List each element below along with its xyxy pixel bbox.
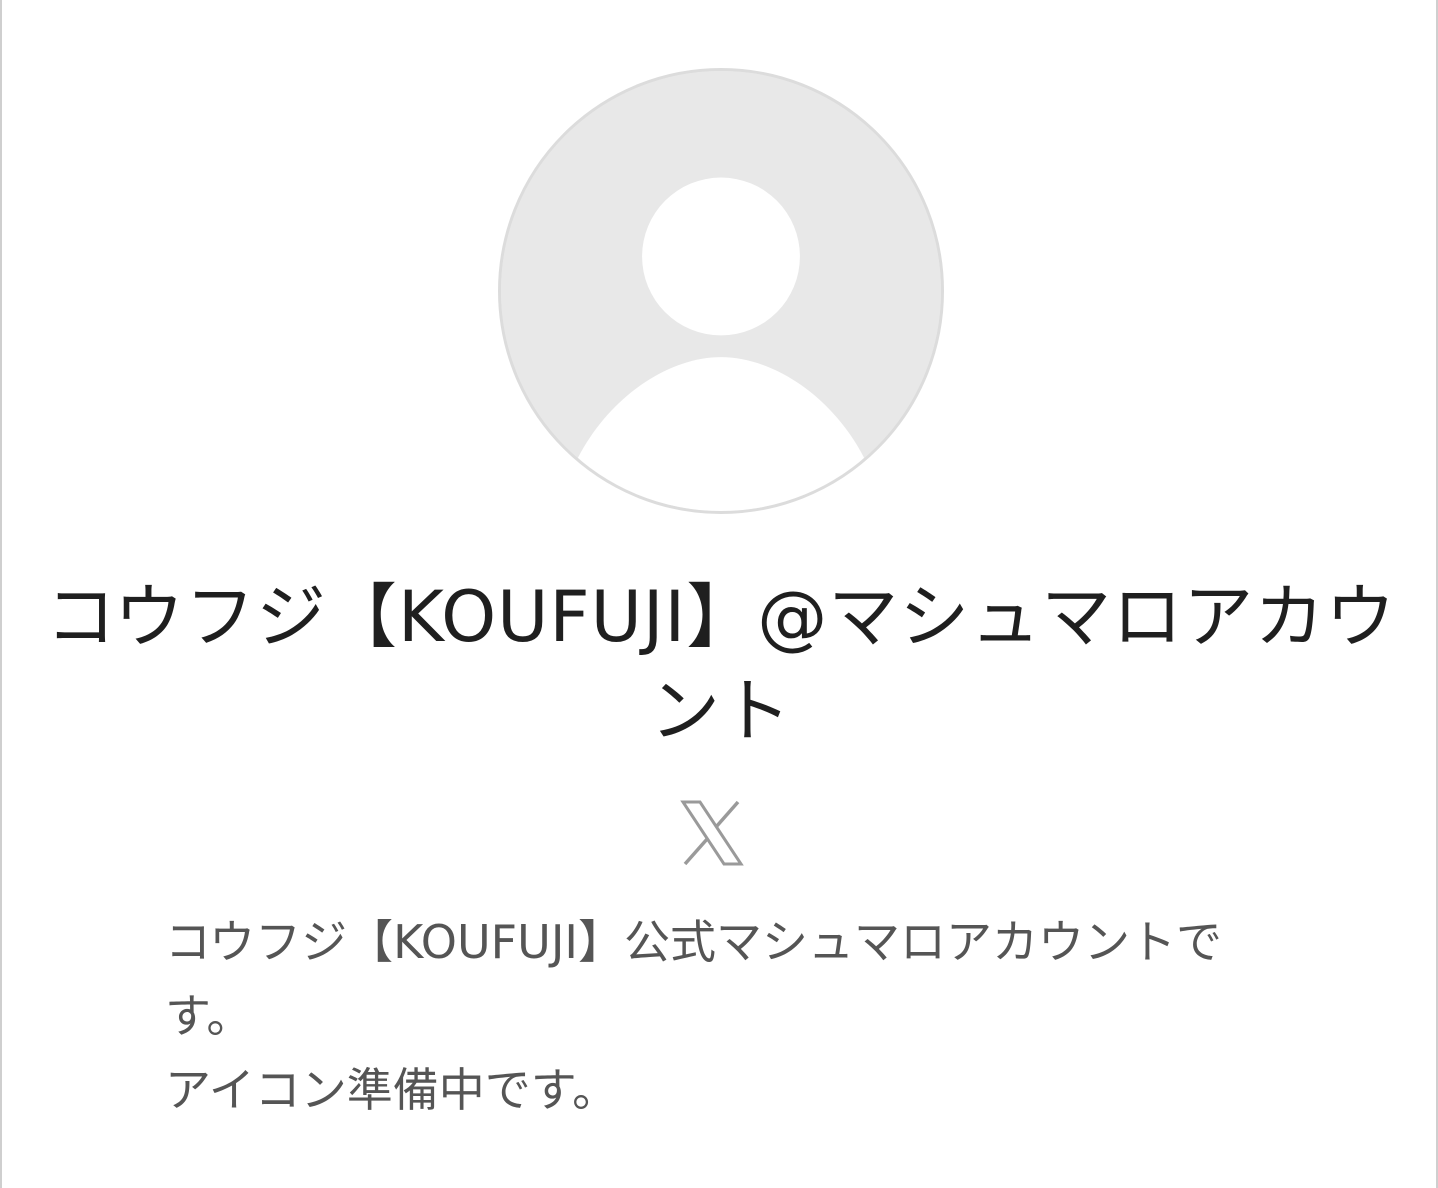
profile-description: コウフジ【KOUFUJI】公式マシュマロアカウントです。 アイコン準備中です。 [165,905,1275,1127]
x-logo-icon [680,800,744,866]
default-user-avatar-icon [501,71,941,511]
description-line: アイコン準備中です。 [165,1063,619,1117]
profile-page: コウフジ【KOUFUJI】@マシュマロアカウント コウフジ【KOUFUJI】公式… [0,0,1438,1188]
x-profile-link[interactable] [680,800,744,866]
profile-display-name: コウフジ【KOUFUJI】@マシュマロアカウント [45,576,1397,752]
description-line: コウフジ【KOUFUJI】公式マシュマロアカウントです。 [165,915,1222,1043]
profile-avatar [498,68,944,514]
